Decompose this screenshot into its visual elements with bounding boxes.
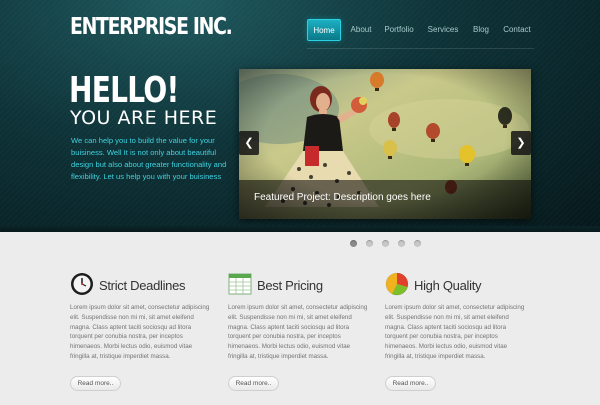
- feature-title: Best Pricing: [257, 278, 323, 293]
- featured-slider[interactable]: ❮ ❯ Featured Project: Description goes h…: [239, 69, 531, 219]
- slider-dot[interactable]: [398, 240, 405, 247]
- slider-prev-button[interactable]: ❮: [239, 131, 259, 155]
- hero-headline: HELLO!: [69, 70, 179, 111]
- spreadsheet-icon: [228, 273, 252, 295]
- read-more-button[interactable]: Read more..: [70, 376, 121, 391]
- slider-dot[interactable]: [382, 240, 389, 247]
- slider-dot[interactable]: [366, 240, 373, 247]
- chevron-right-icon: ❯: [516, 137, 526, 149]
- hero-subheadline: YOU ARE HERE: [70, 107, 218, 129]
- chevron-left-icon: ❮: [244, 137, 254, 149]
- slider-dot[interactable]: [350, 240, 357, 247]
- slider-caption: Featured Project: Description goes here: [239, 180, 531, 219]
- feature-text: Lorem ipsum dolor sit amet, consectetur …: [385, 304, 525, 360]
- pie-chart-icon: [385, 272, 409, 296]
- feature-text: Lorem ipsum dolor sit amet, consectetur …: [70, 304, 210, 360]
- slider-dot[interactable]: [414, 240, 421, 247]
- feature-title: Strict Deadlines: [99, 278, 186, 293]
- hero-intro-text: We can help you to build the value for y…: [71, 136, 227, 181]
- read-more-button[interactable]: Read more..: [228, 376, 279, 391]
- slider-caption-text: Featured Project: Description goes here: [254, 192, 431, 203]
- feature-title: High Quality: [414, 278, 482, 293]
- feature-text: Lorem ipsum dolor sit amet, consectetur …: [228, 304, 368, 360]
- features-section: Strict Deadlines Lorem ipsum dolor sit a…: [0, 260, 600, 405]
- site-logo[interactable]: ENTERPRISE INC.: [70, 14, 233, 40]
- nav-item-about[interactable]: About: [347, 19, 375, 41]
- nav-item-services[interactable]: Services: [427, 19, 459, 41]
- read-more-button[interactable]: Read more..: [385, 376, 436, 391]
- nav-item-home[interactable]: Home: [307, 19, 341, 41]
- slider-next-button[interactable]: ❯: [511, 131, 531, 155]
- hero-banner: ENTERPRISE INC. Home About Portfolio Ser…: [0, 0, 600, 232]
- nav-item-blog[interactable]: Blog: [471, 19, 491, 41]
- clock-icon: [71, 273, 93, 295]
- nav-item-contact[interactable]: Contact: [503, 19, 531, 41]
- nav-divider: [307, 48, 534, 49]
- nav-item-portfolio[interactable]: Portfolio: [383, 19, 415, 41]
